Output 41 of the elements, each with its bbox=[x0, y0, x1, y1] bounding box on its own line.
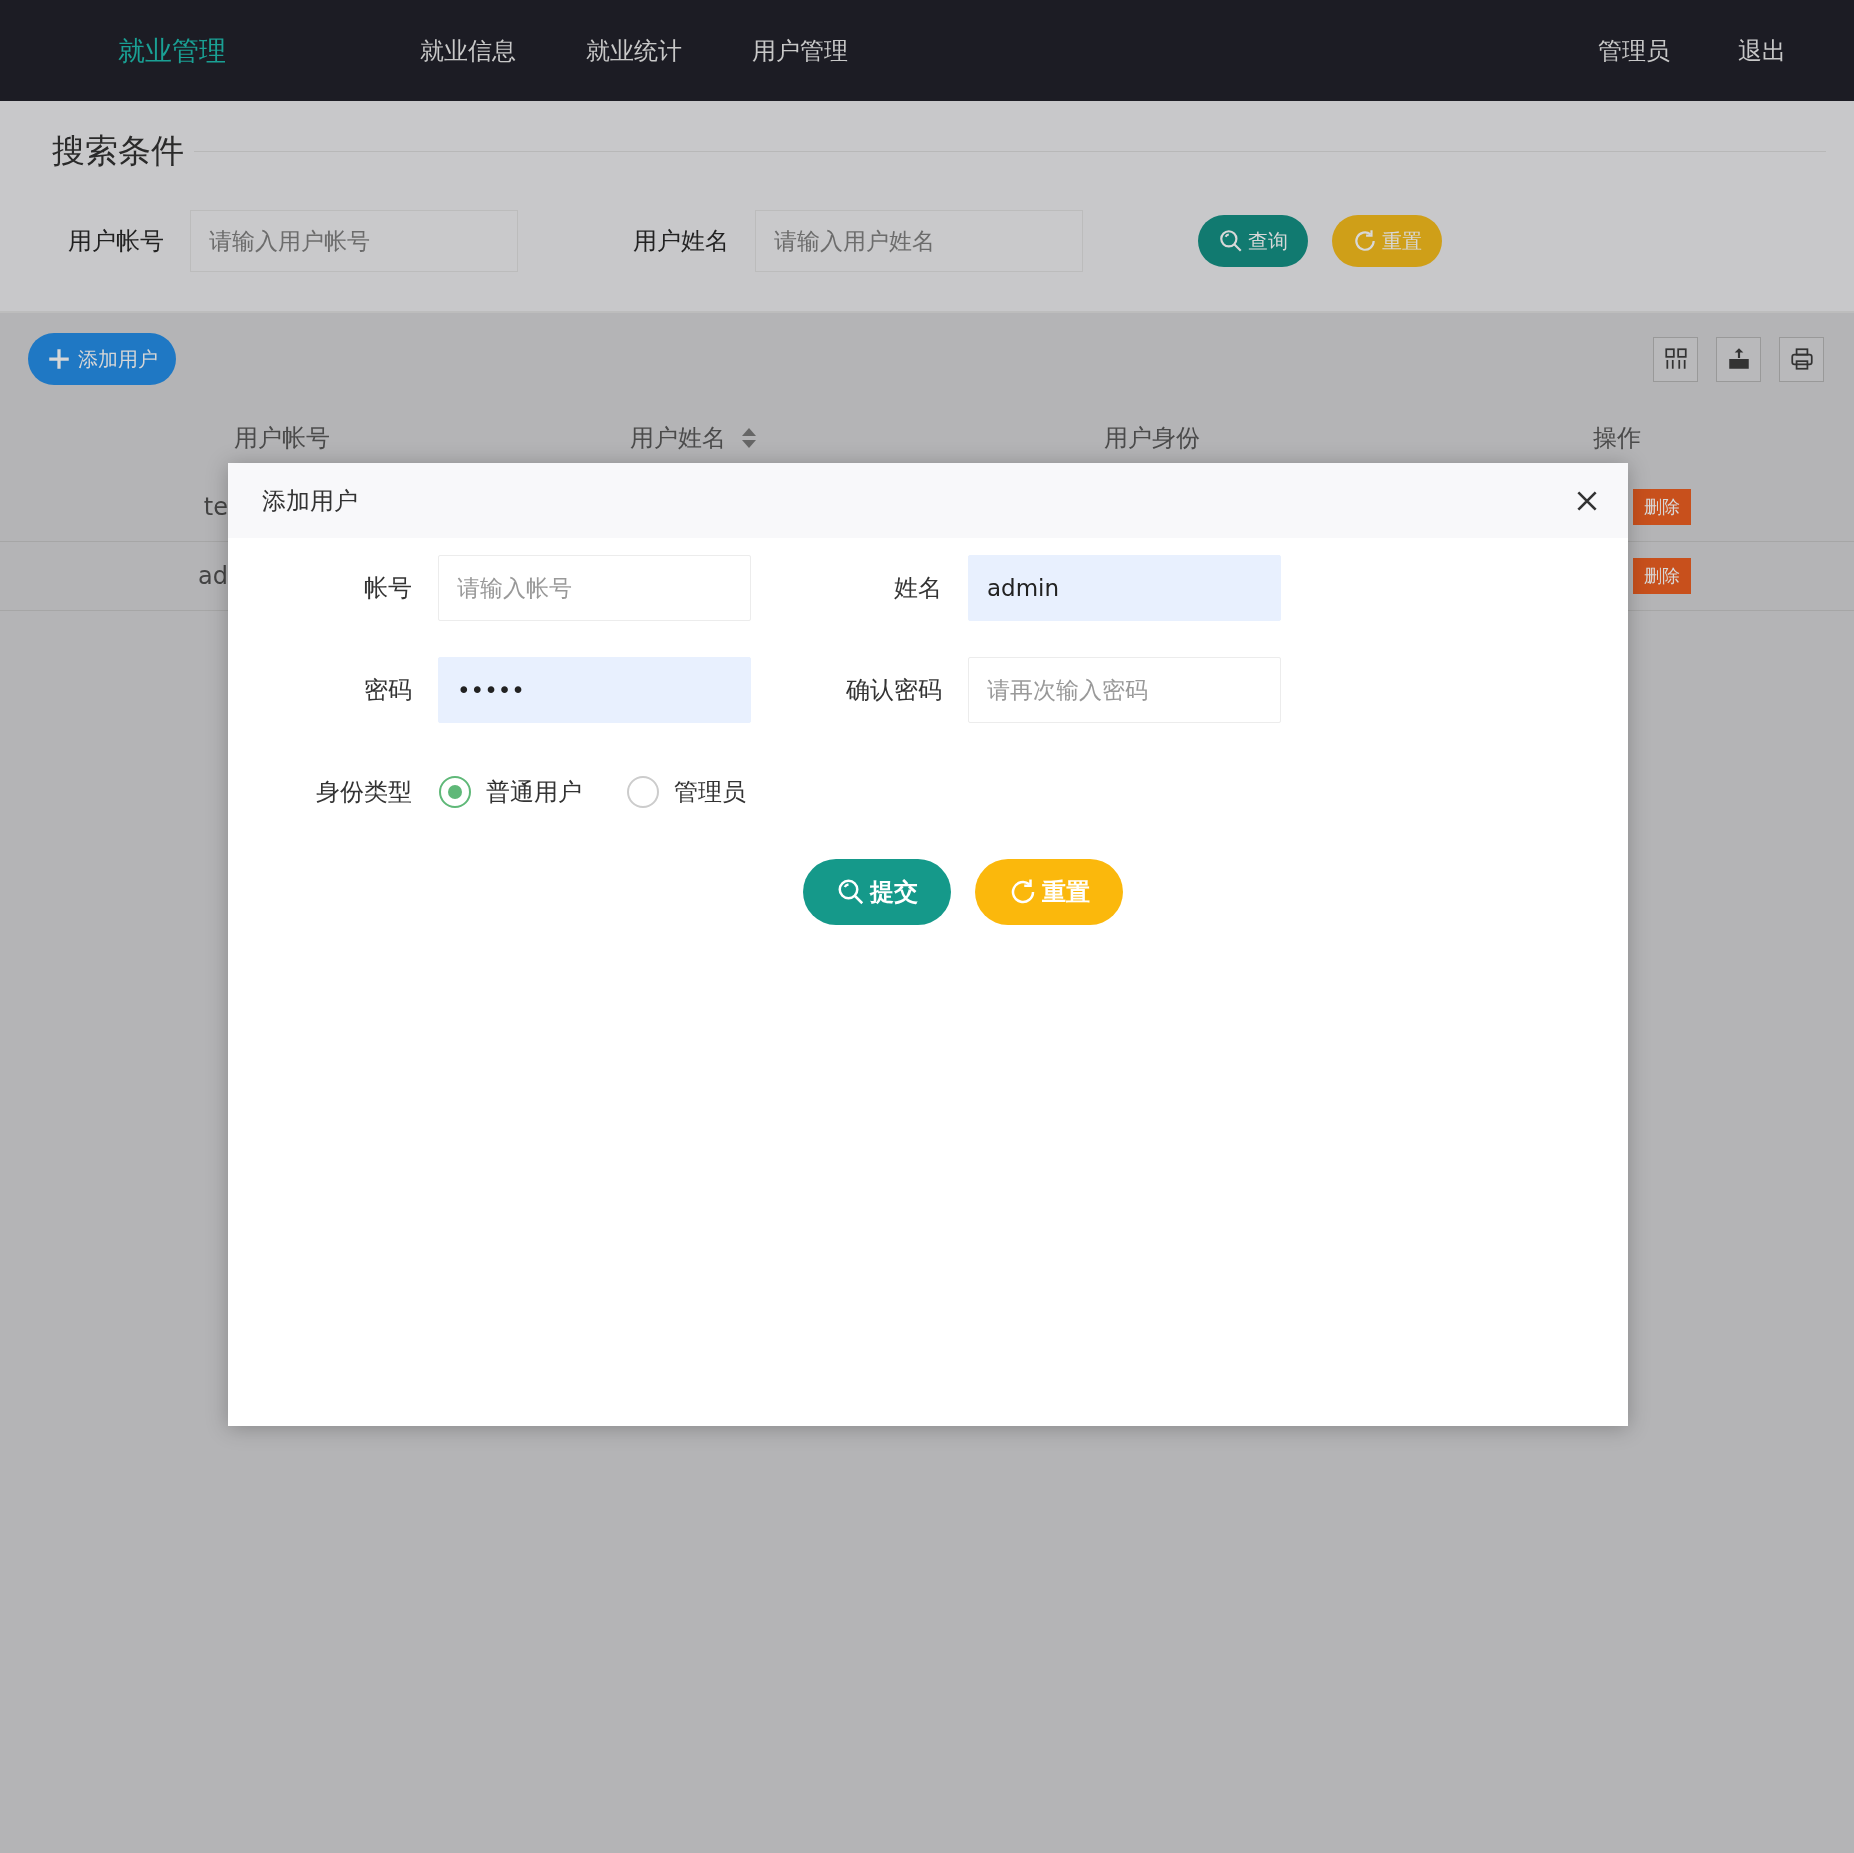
column-header: 操作 bbox=[1593, 423, 1641, 454]
dialog-title: 添加用户 bbox=[262, 485, 359, 517]
input-field[interactable]: 请输入帐号 bbox=[438, 555, 751, 621]
search-field[interactable]: 请输入用户帐号 bbox=[190, 210, 518, 272]
refresh-icon bbox=[1352, 228, 1378, 254]
table-cell-text: ad bbox=[197, 562, 228, 590]
field-label: 帐号 bbox=[363, 573, 412, 604]
columns-icon bbox=[1662, 346, 1689, 372]
field-label: 身份类型 bbox=[315, 777, 412, 808]
plus-icon bbox=[46, 346, 72, 372]
search-button[interactable]: 查询 bbox=[1198, 215, 1308, 267]
field-label: 用户姓名 bbox=[633, 226, 729, 257]
columns-button[interactable] bbox=[1653, 336, 1698, 382]
nav-item[interactable]: 用户管理 bbox=[752, 34, 848, 67]
search-icon bbox=[1218, 228, 1244, 254]
field-label: 姓名 bbox=[893, 573, 942, 604]
field-label: 密码 bbox=[363, 675, 412, 706]
column-header: 用户身份 bbox=[1104, 423, 1200, 454]
app-logo[interactable]: 就业管理 bbox=[118, 32, 420, 69]
search-field[interactable]: 请输入用户姓名 bbox=[755, 210, 1083, 272]
radio-option[interactable]: 管理员 bbox=[626, 775, 746, 809]
column-header: 用户帐号 bbox=[233, 423, 331, 454]
sort-icon[interactable] bbox=[740, 426, 758, 450]
search-icon bbox=[836, 877, 866, 907]
column-header: 用户姓名 bbox=[630, 423, 726, 454]
input-field[interactable]: 请再次输入密码 bbox=[968, 657, 1281, 723]
input-field[interactable]: ••••• bbox=[438, 657, 751, 723]
nav-item[interactable]: 管理员 bbox=[1598, 34, 1670, 67]
nav-item[interactable]: 退出 bbox=[1738, 34, 1786, 67]
input-field[interactable]: admin bbox=[968, 555, 1281, 621]
print-icon bbox=[1788, 346, 1815, 372]
submit-button[interactable]: 提交 bbox=[803, 859, 951, 925]
field-label: 用户帐号 bbox=[68, 226, 164, 257]
section-title: 搜索条件 bbox=[52, 130, 184, 172]
radio-option[interactable]: 普通用户 bbox=[438, 775, 582, 809]
print-button[interactable] bbox=[1779, 336, 1824, 382]
nav-item[interactable]: 就业信息 bbox=[420, 34, 516, 67]
table-cell-text: te bbox=[202, 493, 228, 521]
export-button[interactable] bbox=[1716, 336, 1761, 382]
field-label: 确认密码 bbox=[845, 675, 942, 706]
nav-item[interactable]: 就业统计 bbox=[586, 34, 682, 67]
